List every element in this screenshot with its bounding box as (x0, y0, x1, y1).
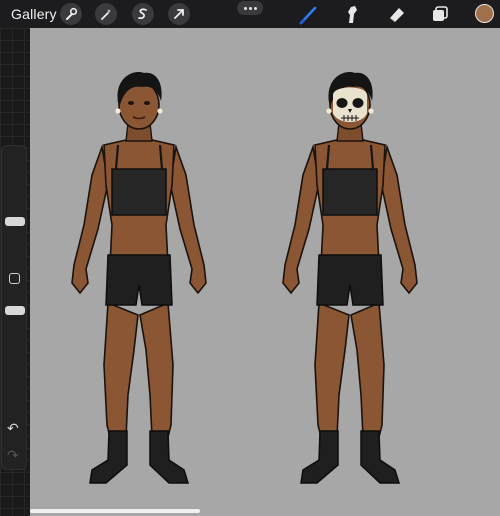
brush-tool-button[interactable] (298, 3, 320, 25)
sidebar: ↶ ↷ (1, 145, 27, 470)
adjustments-button[interactable] (95, 3, 117, 25)
magic-wand-icon (101, 9, 111, 20)
transform-arrow-icon (174, 9, 184, 19)
layers-button[interactable] (429, 3, 451, 25)
left-canvas-margin: ↶ ↷ (0, 28, 30, 516)
smudge-tool-button[interactable] (341, 3, 363, 25)
color-swatch-button[interactable] (475, 4, 494, 23)
figure-skull-face-paint (275, 65, 425, 495)
dot-icon (243, 6, 247, 10)
selection-button[interactable] (132, 3, 154, 25)
layers-icon (433, 6, 448, 21)
eraser-tool-button[interactable] (386, 3, 408, 25)
home-indicator (30, 509, 200, 513)
more-options-button[interactable] (237, 1, 263, 15)
smudge-icon (348, 6, 357, 23)
dot-icon (253, 6, 257, 10)
gallery-button[interactable]: Gallery (11, 6, 57, 22)
transform-button[interactable] (168, 3, 190, 25)
dot-icon (248, 6, 252, 10)
brush-icon (299, 6, 317, 25)
modify-button[interactable] (9, 273, 20, 284)
wrench-icon (66, 7, 78, 20)
selection-icon (138, 8, 147, 20)
figure-plain-illustration (70, 70, 208, 485)
top-toolbar: Gallery (0, 0, 500, 28)
figure-skull-illustration (281, 70, 419, 485)
brush-size-slider[interactable] (5, 217, 25, 226)
redo-icon[interactable]: ↷ (7, 448, 19, 462)
opacity-slider[interactable] (5, 306, 25, 315)
eraser-icon (389, 8, 404, 23)
figure-plain (64, 65, 214, 495)
actions-button[interactable] (60, 3, 82, 25)
undo-icon[interactable]: ↶ (7, 421, 19, 435)
